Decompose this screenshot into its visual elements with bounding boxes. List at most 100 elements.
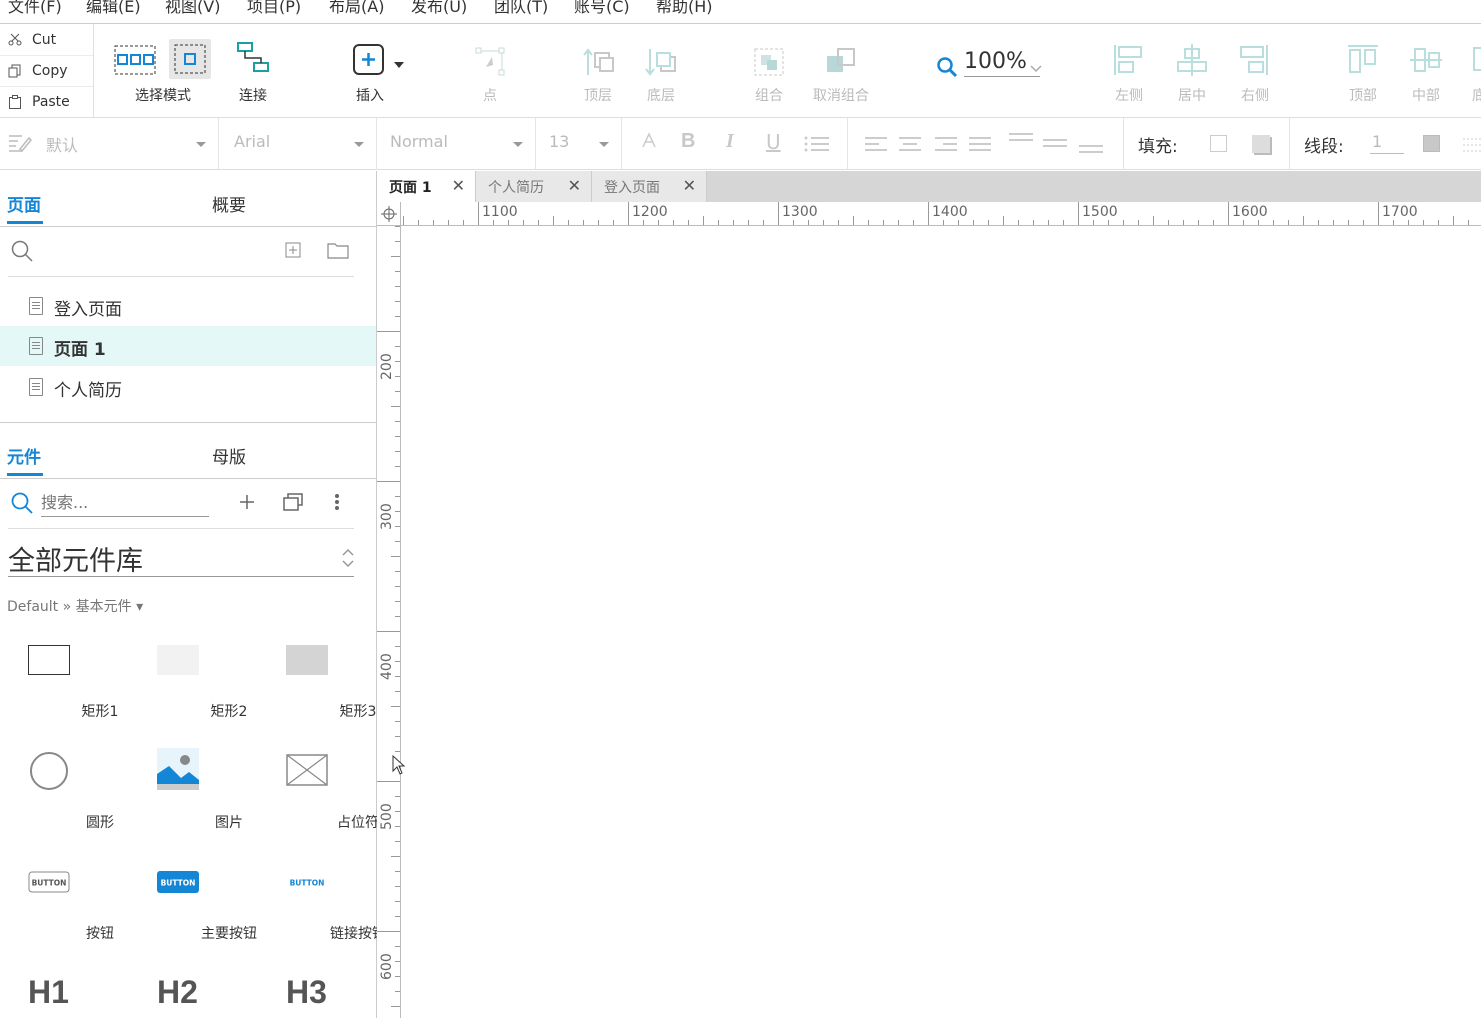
menu-account[interactable]: 账号(C)	[574, 0, 630, 17]
menu-project[interactable]: 项目(P)	[247, 0, 301, 17]
valign-middle-icon[interactable]	[1042, 138, 1068, 150]
tab-pages[interactable]: 页面	[7, 191, 41, 216]
page-item[interactable]: 登入页面	[0, 286, 376, 326]
page-item-selected[interactable]: 页面 1	[0, 326, 376, 366]
close-tab-icon[interactable]: ✕	[452, 176, 465, 195]
ruler-origin[interactable]	[377, 202, 401, 226]
menu-team[interactable]: 团队(T)	[494, 0, 548, 17]
text-justify-icon[interactable]	[968, 136, 992, 152]
menu-layout[interactable]: 布局(A)	[329, 0, 384, 17]
align-left-button[interactable]: 左侧	[1108, 24, 1150, 118]
close-tab-icon[interactable]: ✕	[568, 176, 581, 195]
zoom-control[interactable]: 100%	[934, 46, 1044, 86]
widget-image[interactable]: 图片	[129, 748, 243, 852]
widgets-search-input[interactable]	[41, 489, 209, 517]
page-doc-icon	[29, 297, 43, 315]
widget-heading2[interactable]: H2	[157, 974, 198, 1011]
widget-link-button[interactable]: BUTTON 链接按钮	[258, 863, 386, 963]
fill-color-swatch[interactable]	[1210, 135, 1227, 152]
ruler-label: 200	[379, 353, 395, 380]
copy-button[interactable]: Copy	[0, 55, 93, 86]
add-folder-icon[interactable]	[327, 242, 349, 259]
ruler-label: 1700	[1382, 204, 1418, 220]
paste-button[interactable]: Paste	[0, 86, 93, 117]
align-right-button[interactable]: 右侧	[1234, 24, 1276, 118]
menu-publish[interactable]: 发布(U)	[411, 0, 467, 17]
group-button[interactable]: 组合	[747, 24, 791, 118]
widgets-search-icon	[11, 492, 33, 514]
svg-text:BUTTON: BUTTON	[32, 879, 67, 888]
design-canvas[interactable]	[402, 227, 1481, 1018]
widget-rectangle1[interactable]: 矩形1	[0, 641, 118, 741]
bullet-list-icon[interactable]	[804, 135, 830, 153]
point-button[interactable]: 点	[470, 24, 510, 118]
image-thumb-icon	[157, 748, 199, 790]
cut-button[interactable]: Cut	[0, 24, 93, 55]
library-value: 全部元件库	[8, 546, 143, 577]
more-options-icon[interactable]	[334, 493, 340, 511]
send-to-back-button[interactable]: 底层	[639, 24, 683, 118]
valign-top-icon[interactable]	[1008, 132, 1034, 144]
widget-heading1[interactable]: H1	[28, 974, 69, 1011]
ungroup-button[interactable]: 取消组合	[806, 24, 876, 118]
library-window-icon[interactable]	[283, 493, 303, 511]
alignment-group	[848, 118, 1124, 170]
clipboard-group: Cut Copy Paste	[0, 24, 94, 118]
menu-file[interactable]: 文件(F)	[8, 0, 62, 17]
bring-to-front-button[interactable]: 顶层	[576, 24, 620, 118]
widget-button[interactable]: BUTTON 按钮	[0, 863, 114, 963]
widget-placeholder[interactable]: 占位符	[258, 752, 379, 852]
insert-dropdown-icon	[394, 62, 404, 68]
insert-button[interactable]: 插入	[344, 24, 408, 118]
fill-shadow-swatch[interactable]	[1252, 135, 1270, 153]
font-select[interactable]: Arial	[219, 118, 377, 170]
align-bottom-button[interactable]: 底	[1468, 24, 1481, 118]
widget-primary-button[interactable]: BUTTON 主要按钮	[129, 863, 257, 963]
text-align-center-icon[interactable]	[898, 136, 922, 152]
add-library-icon[interactable]	[239, 494, 255, 510]
close-tab-icon[interactable]: ✕	[683, 176, 696, 195]
tab-widgets[interactable]: 元件	[7, 443, 41, 468]
select-mode-button[interactable]: 选择模式	[110, 24, 216, 118]
tab-outline[interactable]: 概要	[212, 191, 246, 216]
bold-icon[interactable]: B	[681, 130, 695, 153]
page-item[interactable]: 个人简历	[0, 367, 376, 407]
widget-circle[interactable]: 圆形	[0, 752, 114, 852]
font-size-select[interactable]: 13	[536, 118, 622, 170]
copy-label: Copy	[32, 63, 68, 79]
align-middle-button[interactable]: 中部	[1405, 24, 1447, 118]
widgets-tabs: 元件 母版	[0, 423, 376, 479]
italic-icon[interactable]: I	[726, 130, 734, 153]
line-width-input[interactable]: 1	[1370, 132, 1404, 154]
underline-icon[interactable]: U	[766, 130, 781, 154]
font-weight-caret-icon	[513, 142, 523, 147]
text-align-left-icon[interactable]	[864, 136, 888, 152]
align-top-button[interactable]: 顶部	[1342, 24, 1384, 118]
doc-tab-label: 页面 1	[389, 180, 432, 196]
menu-view[interactable]: 视图(V)	[165, 0, 220, 17]
text-align-right-icon[interactable]	[934, 136, 958, 152]
doc-tab-page1[interactable]: 页面 1 ✕	[377, 171, 476, 202]
pages-search-icon[interactable]	[10, 239, 34, 263]
widget-heading3[interactable]: H3	[286, 974, 327, 1011]
text-color-icon[interactable]	[640, 132, 658, 150]
widget-rectangle3[interactable]: 矩形3	[258, 641, 376, 741]
library-select[interactable]: 全部元件库	[8, 537, 354, 577]
connect-button[interactable]: 连接	[226, 24, 280, 118]
tab-masters[interactable]: 母版	[212, 443, 246, 468]
line-pattern-icon[interactable]	[1462, 136, 1481, 152]
line-color-swatch[interactable]	[1423, 135, 1440, 152]
widget-rectangle2[interactable]: 矩形2	[129, 641, 247, 741]
menu-help[interactable]: 帮助(H)	[656, 0, 713, 17]
fill-group: 填充:	[1124, 118, 1290, 170]
align-center-button[interactable]: 居中	[1171, 24, 1213, 118]
menu-edit[interactable]: 编辑(E)	[86, 0, 141, 17]
style-select[interactable]: 默认	[0, 118, 219, 170]
library-breadcrumb[interactable]: Default » 基本元件 ▾	[7, 596, 143, 616]
valign-bottom-icon[interactable]	[1078, 144, 1104, 156]
select-contain-toggle[interactable]	[169, 39, 211, 79]
add-page-icon[interactable]	[285, 242, 301, 258]
doc-tab-login[interactable]: 登入页面 ✕	[592, 171, 707, 202]
doc-tab-resume[interactable]: 个人简历 ✕	[476, 171, 592, 202]
font-weight-select[interactable]: Normal	[377, 118, 536, 170]
